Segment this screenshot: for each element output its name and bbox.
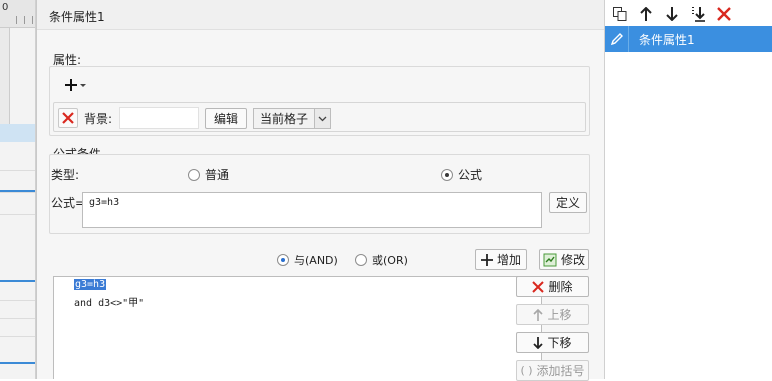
arrow-up-icon (533, 308, 544, 321)
chevron-down-icon (314, 109, 330, 128)
conditions-list[interactable]: g3=h3 and d3<>"甲" (53, 276, 542, 379)
dialog-title-bar[interactable]: 条件属性1 (37, 0, 605, 30)
cell-border-blue (0, 362, 35, 364)
modify-condition-label: 修改 (560, 253, 585, 267)
delete-x-icon (532, 280, 545, 293)
add-condition-button[interactable]: 增加 (475, 249, 527, 270)
formula-label: 公式= (51, 196, 86, 210)
background-label: 背景: (84, 112, 113, 126)
background-spreadsheet: 0 (0, 0, 36, 379)
modify-condition-button[interactable]: 修改 (539, 249, 589, 270)
ruler-corner-label: 0 (2, 2, 9, 13)
cell-border-blue (0, 280, 35, 282)
pencil-icon (605, 26, 629, 52)
delete-condition-label: 删除 (548, 280, 573, 294)
delete-x-icon (62, 112, 74, 124)
background-value-field[interactable] (119, 107, 199, 129)
move-up-label: 上移 (547, 308, 572, 322)
add-bracket-label: 添加括号 (536, 364, 585, 378)
list-item[interactable]: g3=h3 (74, 279, 107, 290)
add-attribute-button[interactable] (59, 75, 91, 95)
move-to-bottom-icon[interactable] (689, 5, 707, 23)
move-down-label: 下移 (547, 336, 572, 350)
formula-input[interactable]: g3=h3 (82, 192, 542, 228)
plus-dropdown-icon (64, 78, 86, 92)
type-radio-formula-label: 公式 (458, 168, 483, 182)
delete-x-icon[interactable] (715, 5, 733, 23)
arrow-down-icon[interactable] (663, 5, 681, 23)
define-formula-button[interactable]: 定义 (549, 192, 587, 213)
condition-list-panel: 条件属性1 (604, 0, 772, 379)
logic-radio-and[interactable]: 与(AND) (277, 252, 338, 268)
arrow-up-icon[interactable] (637, 5, 655, 23)
type-radio-normal[interactable]: 普通 (188, 166, 229, 183)
delete-condition-button[interactable]: 删除 (516, 276, 589, 297)
add-bracket-button[interactable]: ( ) 添加括号 (516, 360, 589, 381)
radio-dot-selected (441, 168, 453, 181)
condition-item-label: 条件属性1 (639, 32, 695, 47)
scope-select-value: 当前格子 (260, 112, 309, 126)
logic-and-label: 与(AND) (294, 254, 338, 267)
condition-text: and d3<>"甲" (74, 298, 145, 309)
move-up-button[interactable]: 上移 (516, 304, 589, 325)
edit-background-button[interactable]: 编辑 (205, 108, 247, 129)
modify-icon (543, 253, 557, 267)
condition-attribute-dialog: 条件属性1 属性: 背景: 编辑 当前格子 公式条件 类型: 普通 公式 公式=… (36, 0, 605, 381)
condition-item-selected[interactable]: 条件属性1 (605, 26, 772, 52)
radio-dot (188, 168, 200, 181)
radio-dot (355, 254, 367, 266)
move-down-button[interactable]: 下移 (516, 332, 589, 353)
radio-dot-selected (277, 254, 289, 266)
logic-or-label: 或(OR) (372, 254, 408, 267)
logic-radio-or[interactable]: 或(OR) (355, 252, 408, 268)
type-label: 类型: (51, 168, 80, 182)
list-item[interactable]: and d3<>"甲" (74, 294, 144, 309)
vertical-ruler (0, 28, 10, 138)
bracket-icon: ( ) (520, 364, 533, 377)
type-radio-normal-label: 普通 (205, 168, 230, 182)
arrow-down-icon (533, 336, 544, 349)
dialog-title: 条件属性1 (49, 10, 105, 24)
selected-row-band (0, 124, 35, 142)
copy-icon[interactable] (611, 5, 629, 23)
cell-border-blue (0, 190, 35, 192)
plus-icon (480, 253, 493, 266)
condition-text: g3=h3 (74, 279, 107, 290)
horizontal-ruler: 0 (0, 0, 35, 28)
type-radio-formula[interactable]: 公式 (441, 166, 482, 183)
delete-attribute-button[interactable] (58, 108, 78, 128)
scope-select[interactable]: 当前格子 (253, 108, 331, 129)
add-condition-label: 增加 (496, 253, 521, 267)
